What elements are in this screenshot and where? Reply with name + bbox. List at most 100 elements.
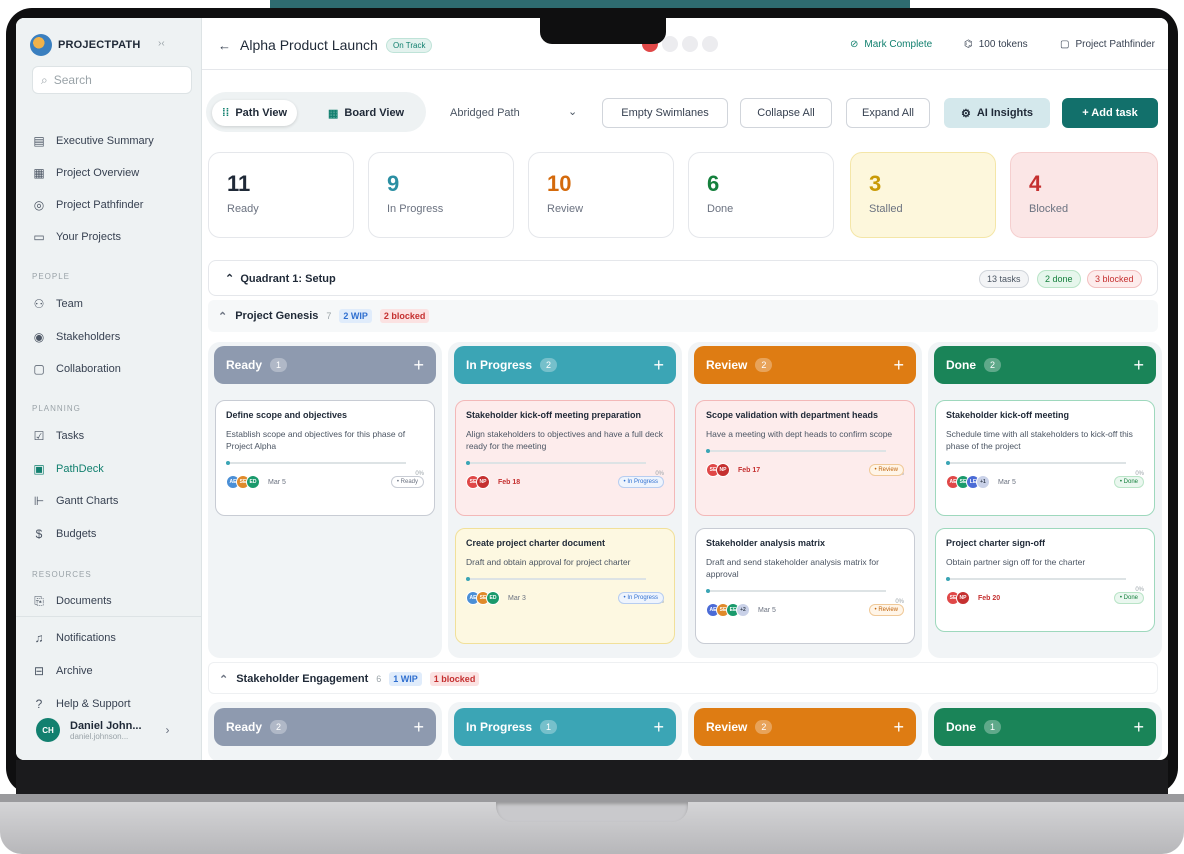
section-people: PEOPLE bbox=[32, 272, 71, 281]
task-description: Draft and obtain approval for project ch… bbox=[466, 557, 631, 567]
user-profile[interactable]: CH Daniel John... daniel.johnson... › bbox=[36, 718, 170, 742]
collapse-all-button[interactable]: Collapse All bbox=[740, 98, 832, 128]
stat-card-review[interactable]: 10 Review bbox=[528, 152, 674, 238]
project-title: Alpha Product Launch bbox=[240, 37, 378, 53]
board-icon: ▦ bbox=[328, 107, 339, 120]
sidebar-item-pathdeck[interactable]: ▣ PathDeck bbox=[32, 462, 103, 476]
quadrant-header[interactable]: ⌃ Quadrant 1: Setup 13 tasks 2 done 3 bl… bbox=[208, 260, 1158, 296]
stat-card-stalled[interactable]: 3 Stalled bbox=[850, 152, 996, 238]
task-description: Schedule time with all stakeholders to k… bbox=[946, 429, 1133, 451]
sidebar-item-budgets[interactable]: $ Budgets bbox=[32, 527, 97, 541]
column-title: Ready bbox=[226, 358, 263, 372]
sidebar-item-label: Tasks bbox=[56, 430, 85, 442]
tab-path-view[interactable]: ⁞⁞ Path View bbox=[212, 100, 298, 126]
sidebar-item-collaboration[interactable]: ▢ Collaboration bbox=[32, 362, 121, 376]
due-date: Mar 5 bbox=[758, 606, 776, 614]
stat-label: Ready bbox=[227, 203, 259, 215]
plus-icon[interactable]: + bbox=[893, 355, 904, 376]
progress-bar bbox=[946, 577, 1126, 581]
abridged-path-select[interactable]: Abridged Path bbox=[450, 107, 520, 119]
swimlane-count: 7 bbox=[326, 311, 332, 321]
presence-dot bbox=[682, 36, 698, 52]
empty-swimlanes-button[interactable]: Empty Swimlanes bbox=[602, 98, 728, 128]
swimlane-header-stakeholder-engagement[interactable]: ⌃ Stakeholder Engagement 6 1 WIP 1 blocked bbox=[208, 662, 1158, 694]
back-arrow-icon[interactable]: ← bbox=[218, 38, 231, 53]
search-input[interactable]: ⌕ Search bbox=[32, 66, 192, 94]
progress-bar bbox=[466, 461, 646, 465]
task-card[interactable]: Project charter sign-off Obtain partner … bbox=[935, 528, 1155, 632]
column-header-ready: Ready 2 + bbox=[214, 708, 436, 746]
sidebar-item-help[interactable]: ? Help & Support bbox=[32, 697, 131, 711]
plus-icon[interactable]: + bbox=[653, 355, 664, 376]
tokens-label: 100 tokens bbox=[978, 39, 1028, 50]
stat-card-done[interactable]: 6 Done bbox=[688, 152, 834, 238]
task-card[interactable]: Define scope and objectives Establish sc… bbox=[215, 400, 435, 516]
task-title: Scope validation with department heads bbox=[706, 410, 879, 420]
sidebar-item-gantt-charts[interactable]: ⊩ Gantt Charts bbox=[32, 494, 119, 508]
task-card[interactable]: Stakeholder analysis matrix Draft and se… bbox=[695, 528, 915, 644]
avatar: NP bbox=[956, 591, 970, 605]
sidebar-item-executive-summary[interactable]: ▤ Executive Summary bbox=[32, 134, 153, 148]
due-date: Mar 5 bbox=[268, 478, 286, 486]
sidebar-item-label: Budgets bbox=[56, 528, 97, 540]
column-count: 2 bbox=[755, 720, 773, 734]
tasks-count-badge: 13 tasks bbox=[979, 270, 1029, 288]
column-title: Done bbox=[946, 720, 976, 734]
sidebar-item-label: Help & Support bbox=[56, 698, 131, 710]
expand-all-button[interactable]: Expand All bbox=[846, 98, 930, 128]
path-icon: ⁞⁞ bbox=[222, 107, 230, 119]
tab-board-view[interactable]: ▦ Board View bbox=[318, 100, 414, 126]
ai-insights-button[interactable]: ⚙ AI Insights bbox=[944, 98, 1050, 128]
plus-icon[interactable]: + bbox=[893, 717, 904, 738]
bezel-bottom bbox=[16, 760, 1168, 794]
sidebar-item-tasks[interactable]: ☑ Tasks bbox=[32, 429, 85, 443]
pathfinder-button[interactable]: ▢ Project Pathfinder bbox=[1060, 39, 1155, 50]
plus-icon[interactable]: + bbox=[653, 717, 664, 738]
document-icon: ⎘ bbox=[34, 593, 44, 608]
brand[interactable]: PROJECTPATH bbox=[30, 34, 140, 56]
stat-card-in-progress[interactable]: 9 In Progress bbox=[368, 152, 514, 238]
status-badge: • Done bbox=[1113, 592, 1144, 604]
sidebar-item-label: Project Pathfinder bbox=[56, 199, 144, 211]
column-header-in-progress: In Progress 2 + bbox=[454, 346, 676, 384]
collapse-sidebar-icon[interactable]: ›‹ bbox=[158, 38, 165, 49]
sidebar-item-archive[interactable]: ⊟ Archive bbox=[32, 664, 93, 678]
sidebar-item-documents[interactable]: ⎘ Documents bbox=[32, 593, 111, 608]
column-title: Review bbox=[706, 720, 748, 734]
plus-icon[interactable]: + bbox=[413, 355, 424, 376]
task-card[interactable]: Stakeholder kick-off meeting Schedule ti… bbox=[935, 400, 1155, 516]
mark-complete-button[interactable]: ⊘ Mark Complete bbox=[850, 39, 932, 50]
sidebar-item-your-projects[interactable]: ▭ Your Projects bbox=[32, 230, 121, 244]
chevron-up-icon: ⌃ bbox=[218, 310, 228, 323]
swimlane-header-project-genesis[interactable]: ⌃ Project Genesis 7 2 WIP 2 blocked bbox=[208, 300, 1158, 332]
sidebar-item-stakeholders[interactable]: ◉ Stakeholders bbox=[32, 330, 120, 344]
task-description: Align stakeholders to objectives and hav… bbox=[466, 429, 664, 451]
tab-label: Board View bbox=[344, 107, 405, 119]
due-date: Feb 17 bbox=[738, 466, 761, 474]
sidebar-item-project-overview[interactable]: ▦ Project Overview bbox=[32, 166, 139, 180]
plus-icon[interactable]: + bbox=[1133, 355, 1144, 376]
task-card[interactable]: Scope validation with department heads H… bbox=[695, 400, 915, 516]
chevron-down-icon[interactable]: ⌄ bbox=[568, 105, 577, 118]
due-date: Feb 20 bbox=[978, 594, 1001, 602]
task-card[interactable]: Stakeholder kick-off meeting preparation… bbox=[455, 400, 675, 516]
stat-label: In Progress bbox=[387, 203, 444, 215]
tokens-indicator[interactable]: ⌬ 100 tokens bbox=[964, 39, 1028, 50]
column-title: Review bbox=[706, 358, 748, 372]
add-task-button[interactable]: + Add task bbox=[1062, 98, 1158, 128]
stat-card-blocked[interactable]: 4 Blocked bbox=[1010, 152, 1158, 238]
task-card[interactable]: Create project charter document Draft an… bbox=[455, 528, 675, 644]
gantt-icon: ⊩ bbox=[33, 494, 45, 508]
quadrant-title-text: Quadrant 1: Setup bbox=[240, 273, 336, 285]
sidebar-item-project-pathfinder[interactable]: ◎ Project Pathfinder bbox=[32, 198, 144, 212]
lid-groove bbox=[496, 802, 688, 822]
deck-icon: ▣ bbox=[33, 462, 45, 476]
plus-icon[interactable]: + bbox=[413, 717, 424, 738]
sidebar-item-team[interactable]: ⚇ Team bbox=[32, 297, 83, 311]
sidebar-item-notifications[interactable]: ♫ Notifications bbox=[32, 631, 116, 645]
users-icon: ⚇ bbox=[33, 297, 45, 311]
ai-icon: ⚙ bbox=[960, 107, 971, 120]
stat-card-ready[interactable]: 11 Ready bbox=[208, 152, 354, 238]
plus-icon[interactable]: + bbox=[1133, 717, 1144, 738]
column-count: 1 bbox=[270, 358, 288, 372]
